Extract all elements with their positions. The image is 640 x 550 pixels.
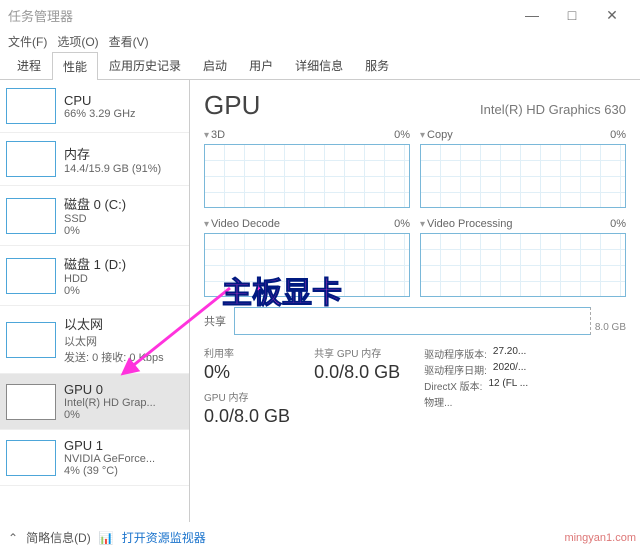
chart-name[interactable]: ▾Video Decode <box>204 218 280 230</box>
thumb-icon <box>6 198 56 234</box>
side-sub: Intel(R) HD Grap... <box>64 397 183 409</box>
chart-box <box>204 233 410 297</box>
shared-label: 共享 <box>204 313 234 329</box>
sidebar-item-3[interactable]: 磁盘 1 (D:)HDD0% <box>0 246 189 306</box>
tab-2[interactable]: 应用历史记录 <box>98 51 192 79</box>
thumb-icon <box>6 258 56 294</box>
phys-label: 物理... <box>424 394 452 409</box>
side-sub: 14.4/15.9 GB (91%) <box>64 163 183 175</box>
driver-ver-label: 驱动程序版本: <box>424 346 487 361</box>
chart-1: ▾Copy 0% <box>420 129 626 208</box>
side-sub: HDD <box>64 273 183 285</box>
tab-4[interactable]: 用户 <box>238 51 284 79</box>
side-sub: 以太网 <box>64 333 183 349</box>
collapse-icon[interactable]: ⌃ <box>8 531 18 545</box>
page-title: GPU <box>204 90 260 121</box>
tab-1[interactable]: 性能 <box>52 52 98 80</box>
maximize-button[interactable]: □ <box>552 1 592 29</box>
resource-monitor-link[interactable]: 打开资源监视器 <box>122 529 206 546</box>
menubar: 文件(F) 选项(O) 查看(V) <box>0 30 640 52</box>
side-name: GPU 0 <box>64 382 183 397</box>
shared-max: 8.0 GB <box>595 322 626 333</box>
shared-mem-bar <box>234 307 591 335</box>
close-button[interactable]: ✕ <box>592 1 632 29</box>
util-label: 利用率 <box>204 345 290 360</box>
side-sub2: 4% (39 °C) <box>64 465 183 477</box>
sidebar-item-4[interactable]: 以太网以太网发送: 0 接收: 0 Kbps <box>0 306 189 374</box>
side-name: GPU 1 <box>64 438 183 453</box>
util-value: 0% <box>204 362 290 383</box>
driver-ver: 27.20... <box>493 346 526 361</box>
side-sub: SSD <box>64 213 183 225</box>
main-panel: GPU Intel(R) HD Graphics 630 ▾3D 0% ▾Copy 0… <box>190 80 640 522</box>
titlebar: 任务管理器 — □ ✕ <box>0 0 640 30</box>
shared-mem-label: 共享 GPU 内存 <box>314 345 400 360</box>
sidebar-item-1[interactable]: 内存14.4/15.9 GB (91%) <box>0 133 189 186</box>
side-sub: NVIDIA GeForce... <box>64 453 183 465</box>
driver-date: 2020/... <box>493 362 526 377</box>
side-sub2: 0% <box>64 285 183 297</box>
window-title: 任务管理器 <box>8 6 512 25</box>
thumb-icon <box>6 384 56 420</box>
side-sub2: 发送: 0 接收: 0 Kbps <box>64 349 183 365</box>
side-name: 磁盘 0 (C:) <box>64 194 183 213</box>
brief-info-link[interactable]: 简略信息(D) <box>26 529 91 546</box>
side-name: 内存 <box>64 144 183 163</box>
tab-6[interactable]: 服务 <box>354 51 400 79</box>
chart-name[interactable]: ▾Video Processing <box>420 218 512 230</box>
tab-0[interactable]: 进程 <box>6 51 52 79</box>
dx-ver: 12 (FL ... <box>488 378 528 393</box>
side-name: 磁盘 1 (D:) <box>64 254 183 273</box>
chart-name[interactable]: ▾Copy <box>420 129 453 141</box>
side-sub: 66% 3.29 GHz <box>64 108 183 120</box>
thumb-icon <box>6 141 56 177</box>
chart-pct: 0% <box>394 218 410 230</box>
sidebar-item-5[interactable]: GPU 0Intel(R) HD Grap...0% <box>0 374 189 430</box>
chart-pct: 0% <box>394 129 410 141</box>
side-name: 以太网 <box>64 314 183 333</box>
watermark: mingyan1.com <box>564 532 636 544</box>
chart-0: ▾3D 0% <box>204 129 410 208</box>
menu-view[interactable]: 查看(V) <box>109 33 149 50</box>
sidebar-item-2[interactable]: 磁盘 0 (C:)SSD0% <box>0 186 189 246</box>
tabbar: 进程性能应用历史记录启动用户详细信息服务 <box>0 52 640 80</box>
gpumem-value: 0.0/8.0 GB <box>204 406 290 427</box>
sidebar: CPU66% 3.29 GHz内存14.4/15.9 GB (91%)磁盘 0 … <box>0 80 190 522</box>
content: CPU66% 3.29 GHz内存14.4/15.9 GB (91%)磁盘 0 … <box>0 80 640 522</box>
shared-mem-value: 0.0/8.0 GB <box>314 362 400 383</box>
driver-date-label: 驱动程序日期: <box>424 362 487 377</box>
sidebar-item-0[interactable]: CPU66% 3.29 GHz <box>0 80 189 133</box>
chart-2: ▾Video Decode 0% <box>204 218 410 297</box>
side-name: CPU <box>64 93 183 108</box>
chart-3: ▾Video Processing 0% <box>420 218 626 297</box>
gpu-model: Intel(R) HD Graphics 630 <box>480 102 626 117</box>
tab-5[interactable]: 详细信息 <box>284 51 354 79</box>
sidebar-item-6[interactable]: GPU 1NVIDIA GeForce...4% (39 °C) <box>0 430 189 486</box>
chart-name[interactable]: ▾3D <box>204 129 225 141</box>
menu-options[interactable]: 选项(O) <box>57 33 98 50</box>
thumb-icon <box>6 88 56 124</box>
side-sub2: 0% <box>64 409 183 421</box>
dx-label: DirectX 版本: <box>424 378 482 393</box>
menu-file[interactable]: 文件(F) <box>8 33 47 50</box>
monitor-icon: 📊 <box>99 531 114 545</box>
chart-box <box>420 144 626 208</box>
chart-pct: 0% <box>610 129 626 141</box>
chart-box <box>420 233 626 297</box>
footer: ⌃ 简略信息(D) 📊 打开资源监视器 <box>8 529 206 546</box>
side-sub2: 0% <box>64 225 183 237</box>
chart-pct: 0% <box>610 218 626 230</box>
minimize-button[interactable]: — <box>512 1 552 29</box>
tab-3[interactable]: 启动 <box>192 51 238 79</box>
thumb-icon <box>6 322 56 358</box>
chart-box <box>204 144 410 208</box>
gpumem-label: GPU 内存 <box>204 389 290 404</box>
thumb-icon <box>6 440 56 476</box>
